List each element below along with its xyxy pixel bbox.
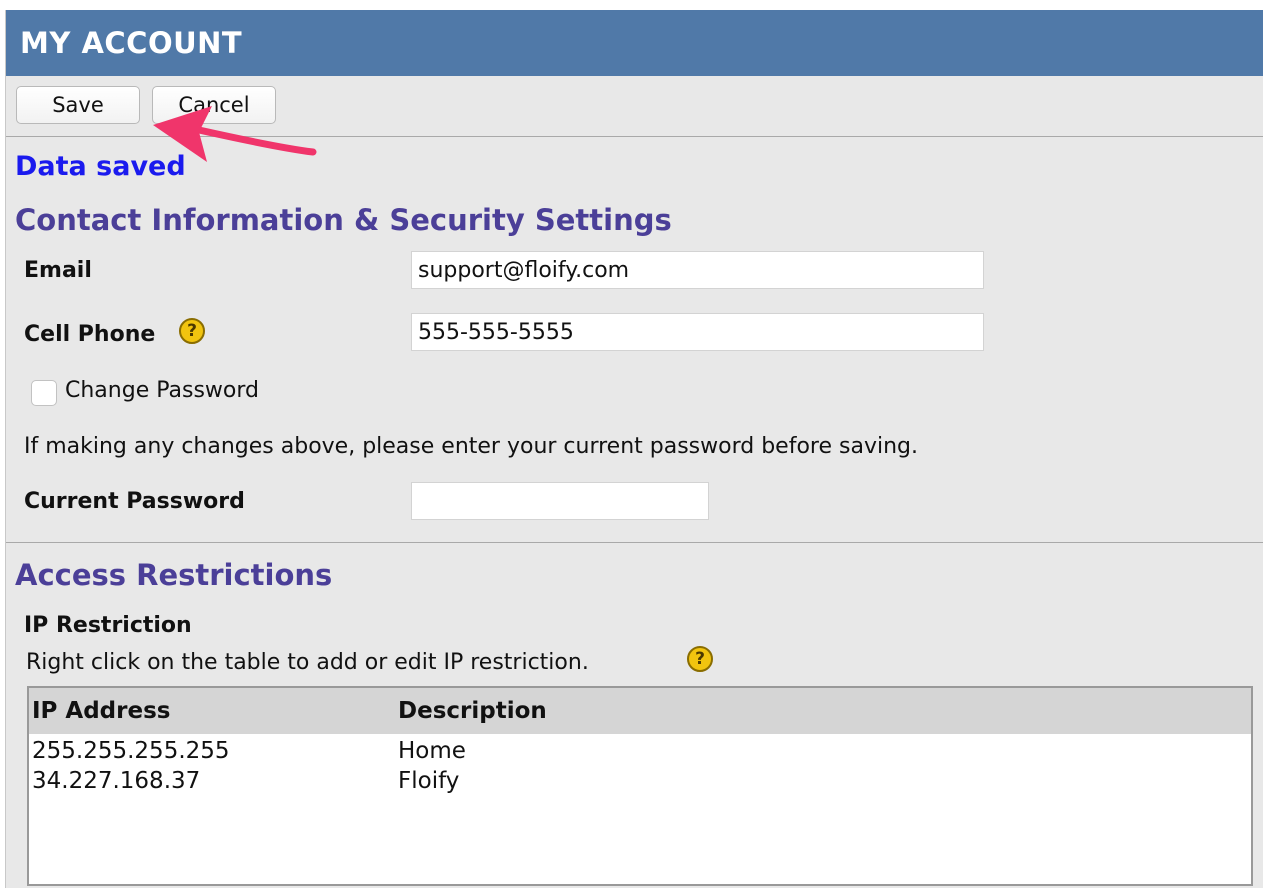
description-cell: Home <box>398 738 466 764</box>
cancel-button[interactable]: Cancel <box>152 86 276 124</box>
ip-restriction-table[interactable]: IP Address Description 255.255.255.255 H… <box>27 686 1253 886</box>
ip-restriction-hint: Right click on the table to add or edit … <box>26 650 589 675</box>
contact-section-heading: Contact Information & Security Settings <box>15 203 672 237</box>
help-icon[interactable]: ? <box>687 646 713 672</box>
column-header-ip-address[interactable]: IP Address <box>32 698 170 724</box>
password-note: If making any changes above, please ente… <box>24 434 918 459</box>
section-divider <box>6 542 1263 543</box>
save-button[interactable]: Save <box>16 86 140 124</box>
current-password-field[interactable] <box>411 482 709 520</box>
email-label: Email <box>24 258 92 283</box>
toolbar-divider <box>6 136 1263 137</box>
ip-restriction-title: IP Restriction <box>24 613 192 638</box>
my-account-panel: MY ACCOUNT Save Cancel Data saved Contac… <box>5 10 1263 888</box>
ip-address-cell: 34.227.168.37 <box>32 768 201 794</box>
description-cell: Floify <box>398 768 460 794</box>
help-icon[interactable]: ? <box>179 318 205 344</box>
page-title: MY ACCOUNT <box>20 26 243 60</box>
ip-address-cell: 255.255.255.255 <box>32 738 230 764</box>
title-bar: MY ACCOUNT <box>6 10 1263 76</box>
column-header-description[interactable]: Description <box>398 698 547 724</box>
cell-phone-label: Cell Phone <box>24 322 156 347</box>
access-section-heading: Access Restrictions <box>15 558 333 592</box>
current-password-label: Current Password <box>24 489 245 514</box>
table-header: IP Address Description <box>29 688 1251 734</box>
change-password-checkbox[interactable] <box>31 380 57 406</box>
cell-phone-field[interactable] <box>411 313 984 351</box>
email-field[interactable] <box>411 251 984 289</box>
status-message: Data saved <box>15 151 186 182</box>
change-password-label[interactable]: Change Password <box>65 378 259 403</box>
